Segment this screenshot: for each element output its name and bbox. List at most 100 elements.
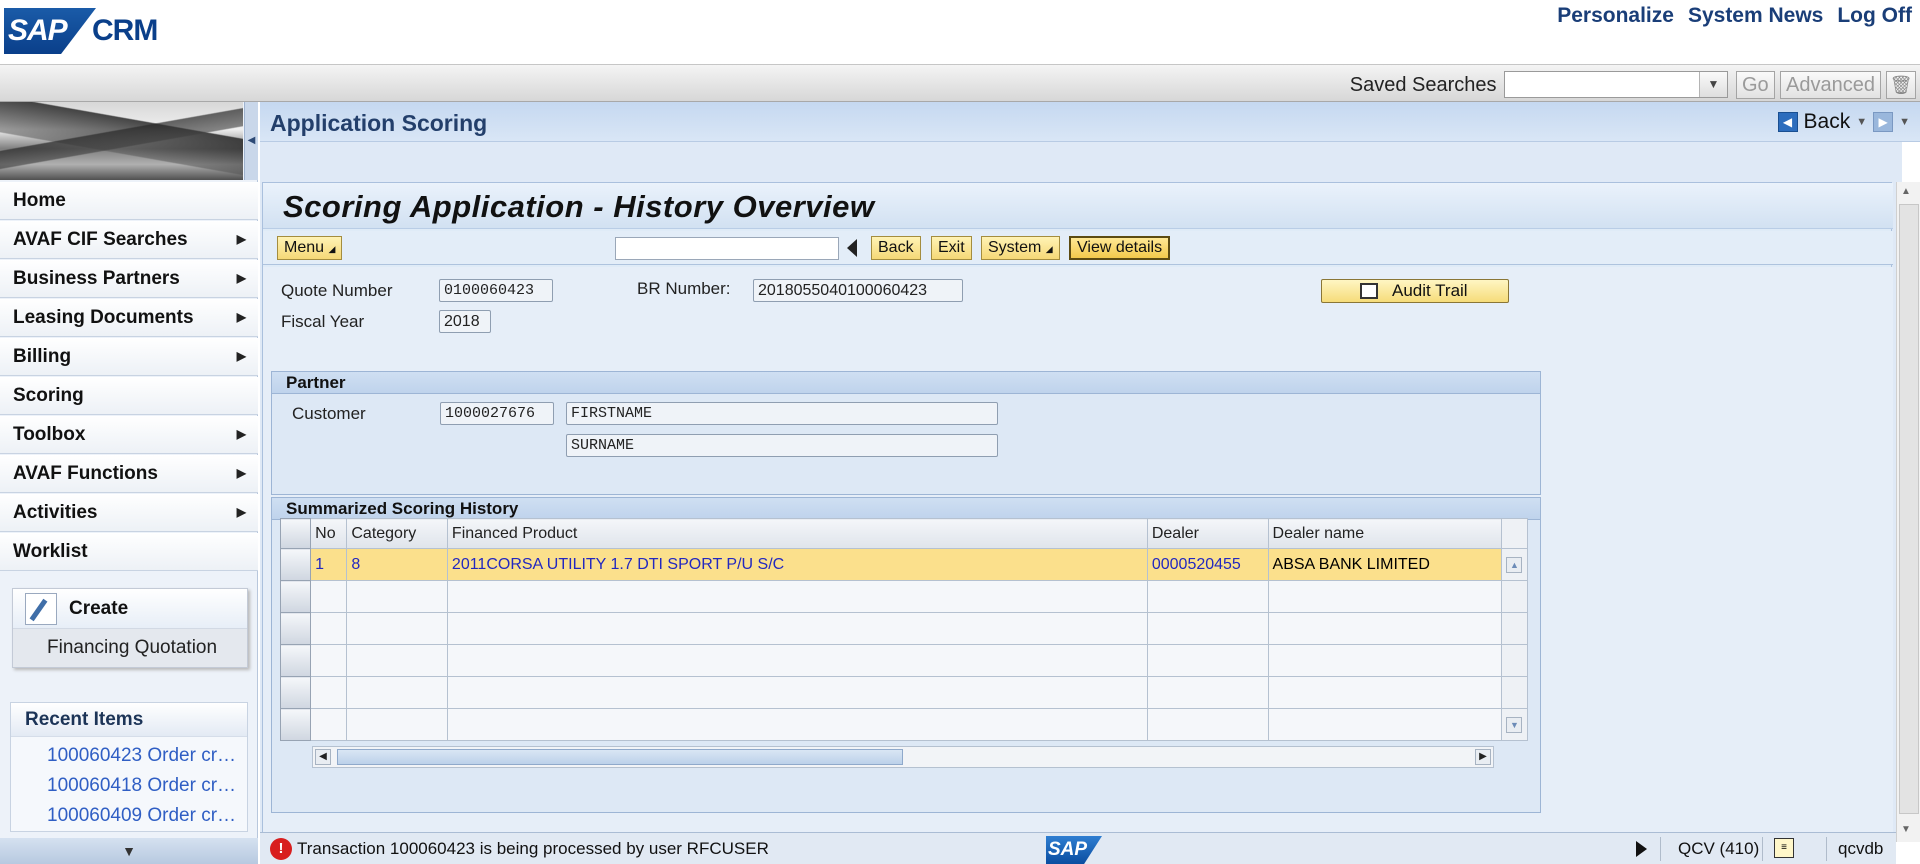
quote-number-label: Quote Number [281,281,393,300]
column-header-dealer[interactable]: Dealer [1146,518,1269,549]
table-row[interactable]: 1 8 2011CORSA UTILITY 1.7 DTI SPORT P/U … [279,548,1529,581]
audit-trail-icon [1360,283,1378,299]
personalize-link[interactable]: Personalize [1557,4,1674,28]
row-selector[interactable] [279,676,312,709]
nav-item-avaf-functions[interactable]: AVAF Functions ▶ [0,455,258,493]
recent-item[interactable]: 100060423 Order cr… [47,745,247,767]
nav-item-scoring[interactable]: Scoring [0,377,258,415]
back-link[interactable]: Back [1804,110,1851,134]
empty-cell [446,708,1148,741]
page-vertical-scrollbar[interactable]: ▲ ▼ [1896,182,1920,842]
create-title: Create [69,598,129,619]
scroll-up-icon[interactable]: ▲ [1506,556,1523,573]
command-history-arrow-icon[interactable] [847,239,857,257]
submenu-arrow-icon: ▶ [236,232,246,246]
system-news-link[interactable]: System News [1688,4,1823,28]
empty-cell [1146,644,1269,677]
left-navigation: ◀ Home AVAF CIF Searches ▶ Business Partn… [0,102,258,864]
back-history-dropdown-icon[interactable]: ▼ [1856,116,1867,128]
recent-items-title: Recent Items [11,703,247,737]
go-button[interactable]: Go [1736,71,1775,99]
cell-category[interactable]: 8 [346,548,448,581]
log-off-link[interactable]: Log Off [1837,4,1912,28]
quote-number-field[interactable]: 0100060423 [439,279,553,302]
table-vscroll[interactable] [1500,580,1529,613]
page-scroll-up-icon[interactable]: ▲ [1901,186,1911,197]
table-horizontal-scrollbar[interactable]: ◀ ▶ [312,746,1494,768]
nav-item-billing[interactable]: Billing ▶ [0,338,258,376]
audit-trail-button[interactable]: Audit Trail [1321,279,1509,303]
empty-cell [1146,708,1269,741]
nav-item-leasing-documents[interactable]: Leasing Documents ▶ [0,299,258,337]
back-arrow-icon[interactable]: ◀ [1777,112,1798,132]
customer-surname-field[interactable]: SURNAME [566,434,998,457]
table-vscroll[interactable] [1500,612,1529,645]
scroll-left-icon[interactable]: ◀ [315,749,331,765]
status-log-icon[interactable]: ≡ [1774,838,1794,858]
row-selector[interactable] [279,612,312,645]
select-all-cell[interactable] [279,518,312,549]
cell-dealer[interactable]: 0000520455 [1146,548,1269,581]
customer-firstname-field[interactable]: FIRSTNAME [566,402,998,425]
nav-item-avaf-cif-searches[interactable]: AVAF CIF Searches ▶ [0,221,258,259]
nav-item-home[interactable]: Home [0,182,258,220]
menu-button[interactable]: Menu ◢ [277,236,343,260]
advanced-button[interactable]: Advanced [1780,71,1881,99]
row-selector[interactable] [279,644,312,677]
horizontal-scroll-thumb[interactable] [337,749,903,765]
empty-cell [346,612,448,645]
page-scroll-down-icon[interactable]: ▼ [1901,824,1911,835]
nav-item-toolbox[interactable]: Toolbox ▶ [0,416,258,454]
customer-id-field[interactable]: 1000027676 [440,402,554,425]
nav-item-activities[interactable]: Activities ▶ [0,494,258,532]
financing-quotation-link[interactable]: Financing Quotation [47,637,217,659]
table-vscroll[interactable]: ▲ [1500,548,1529,581]
trash-icon[interactable]: 🗑 [1886,71,1916,99]
table-row [279,580,1529,613]
nav-item-business-partners[interactable]: Business Partners ▶ [0,260,258,298]
collapse-nav-icon[interactable]: ◀ [244,102,258,180]
forward-history-dropdown-icon[interactable]: ▼ [1899,116,1910,128]
screen-title: Scoring Application - History Overview [283,189,875,224]
empty-cell [1267,644,1502,677]
table-vscroll[interactable]: ▼ [1500,708,1529,741]
system-button[interactable]: System ◢ [981,236,1060,260]
cell-no[interactable]: 1 [310,548,348,581]
table-vscroll[interactable] [1500,644,1529,677]
empty-cell [346,580,448,613]
exit-button[interactable]: Exit [931,236,972,260]
table-vscroll[interactable] [1500,676,1529,709]
empty-cell [310,644,348,677]
saved-search-combobox[interactable]: ▼ [1504,71,1728,98]
br-number-field[interactable]: 2018055040100060423 [753,279,963,302]
page-title: Application Scoring [270,110,488,136]
saved-searches-dropdown[interactable]: Saved Searches ▼ [1350,74,1514,97]
submenu-arrow-icon: ▶ [236,466,246,480]
empty-cell [1146,580,1269,613]
recent-item[interactable]: 100060409 Order cr… [47,805,247,827]
row-selector[interactable] [279,580,312,613]
back-button[interactable]: Back [871,236,921,260]
combo-dropdown-icon[interactable]: ▼ [1699,72,1727,97]
row-selector[interactable] [279,708,312,741]
scroll-down-icon[interactable]: ▼ [1506,716,1523,733]
column-header-dealer-name[interactable]: Dealer name [1267,518,1502,549]
column-header-no[interactable]: No [310,518,348,549]
column-header-financed-product[interactable]: Financed Product [446,518,1148,549]
page-scroll-thumb[interactable] [1899,204,1919,814]
empty-cell [346,676,448,709]
view-details-button[interactable]: View details [1069,236,1171,260]
cell-financed-product[interactable]: 2011CORSA UTILITY 1.7 DTI SPORT P/U S/C [446,548,1148,581]
command-field[interactable] [615,237,839,260]
row-selector[interactable] [279,548,312,581]
forward-arrow-icon[interactable]: ▶ [1873,112,1894,132]
fiscal-year-field[interactable]: 2018 [439,310,491,333]
column-header-category[interactable]: Category [346,518,448,549]
nav-item-worklist[interactable]: Worklist [0,533,258,571]
recent-item[interactable]: 100060418 Order cr… [47,775,247,797]
empty-cell [346,644,448,677]
status-expand-icon[interactable] [1636,841,1647,857]
scroll-right-icon[interactable]: ▶ [1475,749,1491,765]
nav-scroll-down-icon[interactable]: ▼ [0,838,258,864]
submenu-arrow-icon: ▶ [236,349,246,363]
